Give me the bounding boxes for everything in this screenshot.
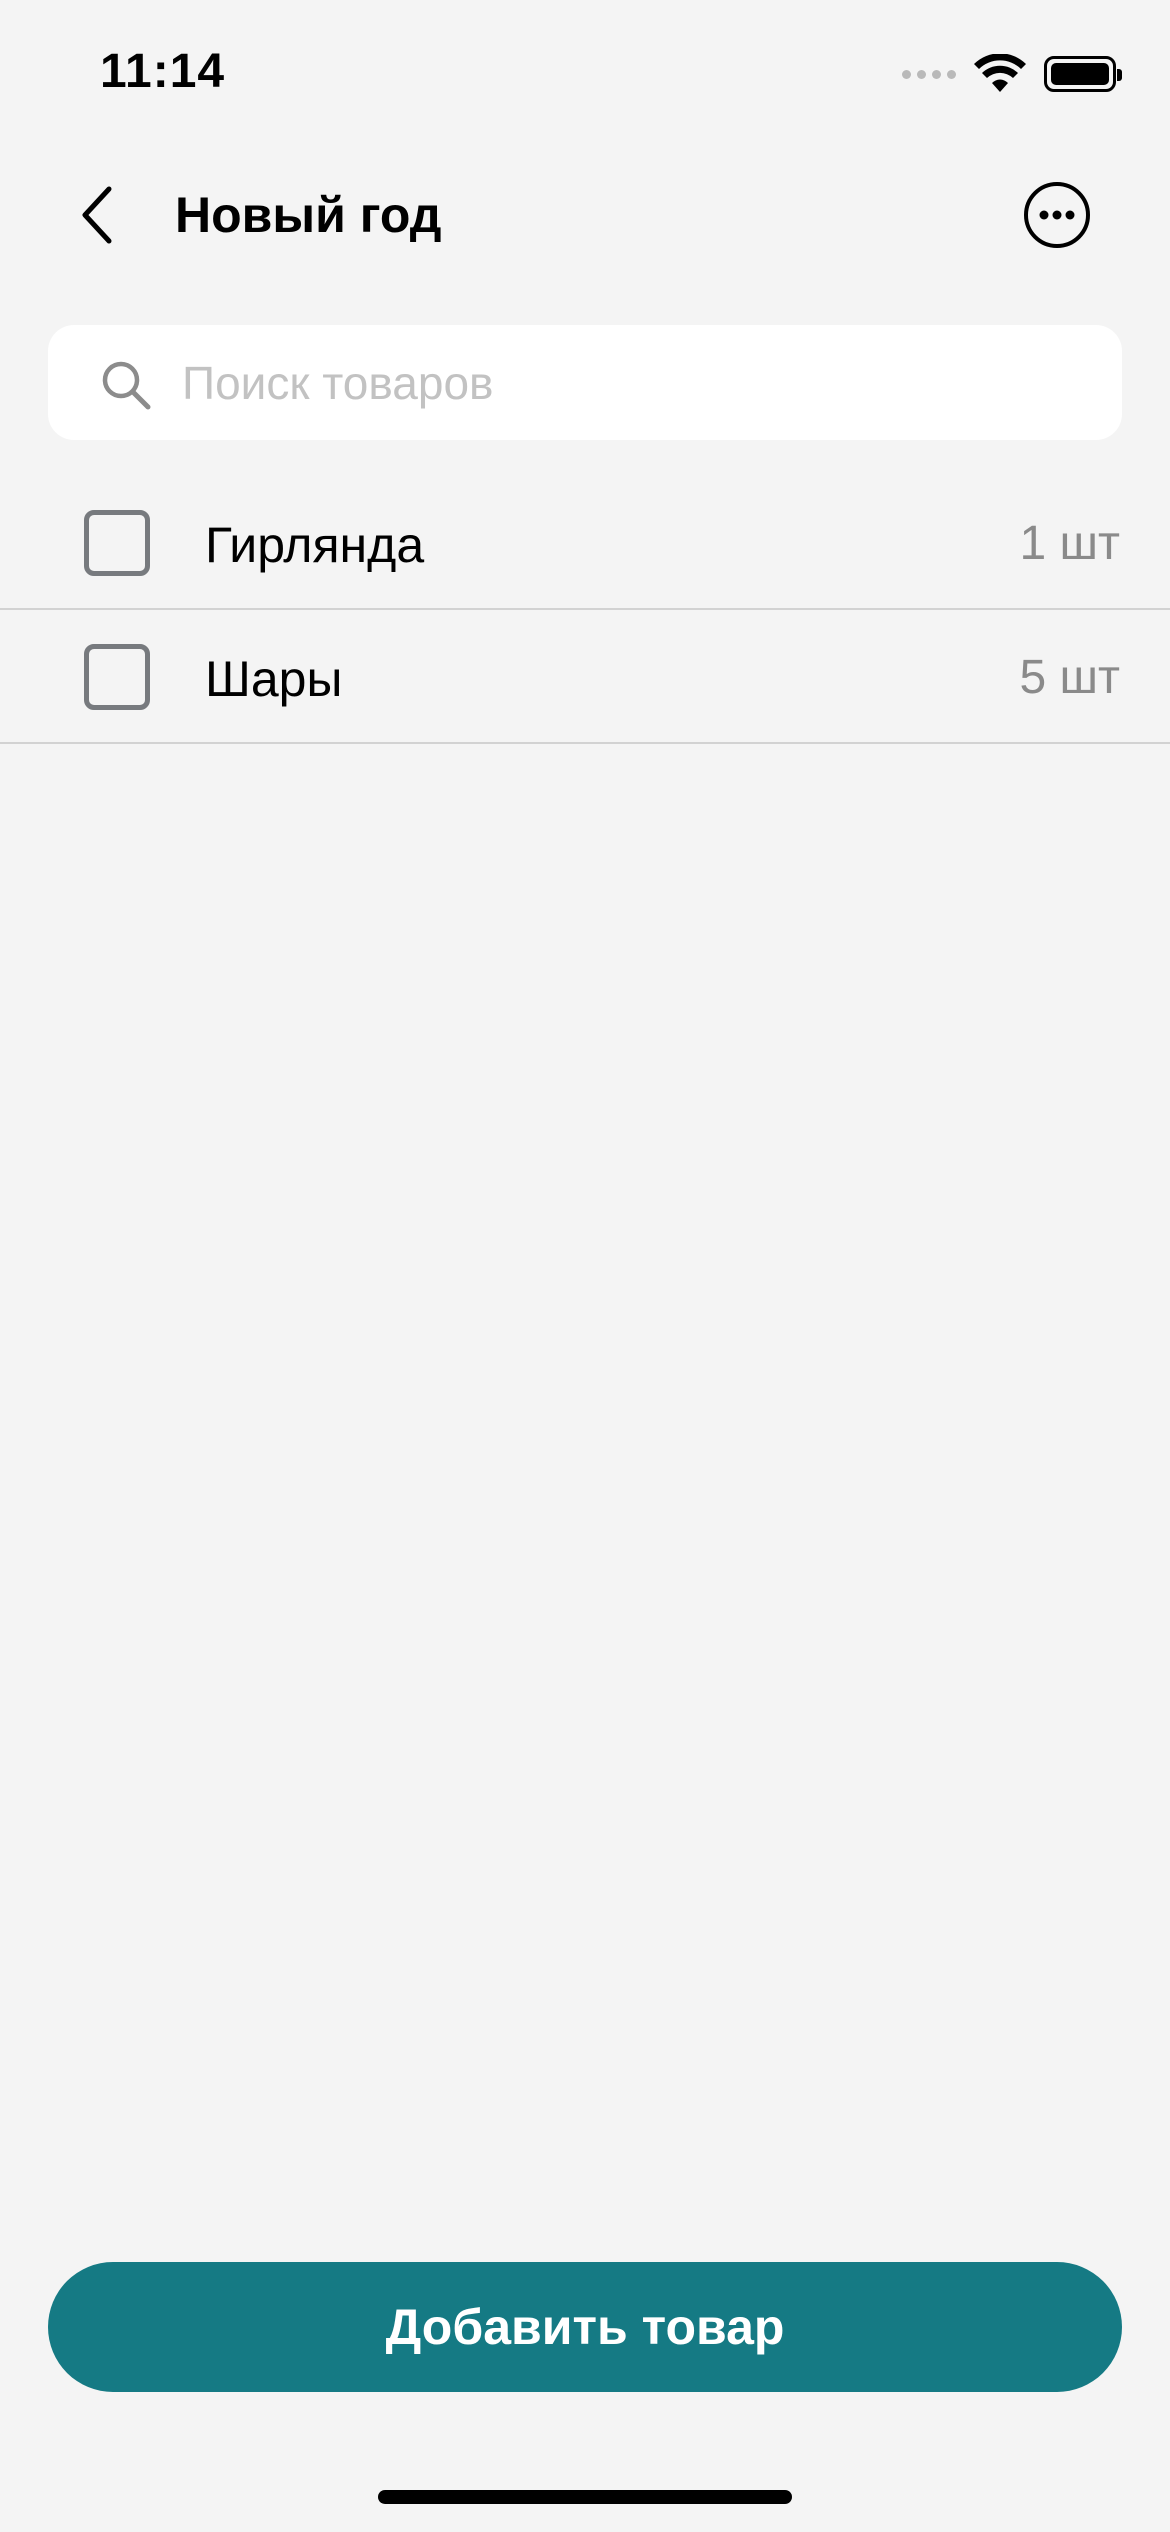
status-time: 11:14 xyxy=(100,45,226,98)
item-quantity: 5 шт xyxy=(1019,651,1120,704)
item-name: Гирлянда xyxy=(205,517,425,573)
item-checkbox[interactable] xyxy=(84,510,150,576)
page-title: Новый год xyxy=(175,187,442,243)
wifi-icon xyxy=(974,54,1026,92)
screen: 11:14 Новый год Поиск товаров Гирлянда 1… xyxy=(0,0,1170,2532)
item-quantity: 1 шт xyxy=(1019,517,1120,570)
search-input[interactable] xyxy=(182,325,1082,440)
list-item[interactable]: Гирлянда 1 шт xyxy=(0,476,1170,610)
chevron-left-icon xyxy=(82,186,112,244)
search-icon xyxy=(102,361,151,410)
item-checkbox[interactable] xyxy=(84,644,150,710)
status-bar: 11:14 xyxy=(0,0,1170,150)
status-icons xyxy=(902,52,1122,96)
back-button[interactable] xyxy=(62,180,132,250)
list-item[interactable]: Шары 5 шт xyxy=(0,610,1170,744)
home-indicator[interactable] xyxy=(378,2490,792,2504)
item-name: Шары xyxy=(205,651,343,707)
more-horizontal-circle-icon xyxy=(1024,182,1090,248)
search-box[interactable] xyxy=(48,325,1122,440)
signal-dots-icon xyxy=(902,69,956,79)
more-button[interactable] xyxy=(1022,180,1092,250)
nav-bar: Новый год xyxy=(0,160,1170,270)
item-list: Гирлянда 1 шт Шары 5 шт xyxy=(0,476,1170,744)
add-item-button[interactable]: Добавить товар xyxy=(48,2262,1122,2392)
battery-icon xyxy=(1044,56,1122,92)
